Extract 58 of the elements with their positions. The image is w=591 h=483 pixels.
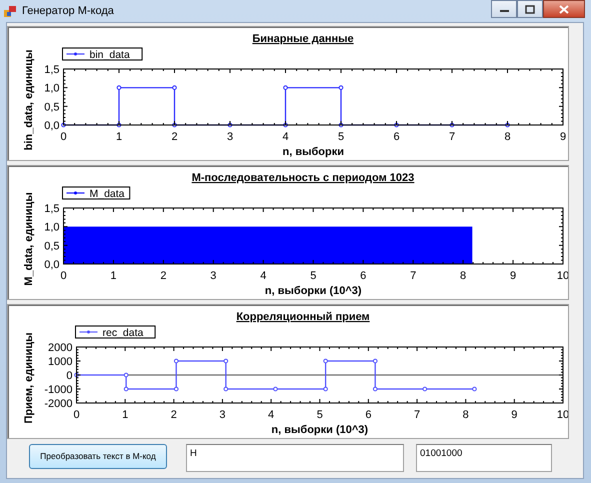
y-tick-label: -2000: [44, 398, 72, 410]
x-tick-label: 9: [511, 409, 518, 421]
x-axis-label: n, выборки: [282, 146, 344, 158]
x-tick-label: 8: [460, 270, 466, 282]
x-tick-label: 5: [338, 131, 344, 143]
legend-label: bin_data: [90, 49, 130, 61]
x-tick-label: 10: [556, 270, 569, 282]
x-tick-label: 1: [122, 409, 128, 421]
x-axis-label: n, выборки (10^3): [264, 285, 362, 297]
chart-title: Бинарные данные: [252, 33, 354, 45]
y-tick-label: 1,5: [44, 64, 60, 76]
y-tick-label: -1000: [44, 384, 72, 396]
y-axis-label: Прием, единицы: [23, 332, 35, 424]
y-tick-label: 0: [66, 370, 72, 382]
x-tick-label: 8: [462, 409, 469, 421]
chart-title: М-последовательность с периодом 1023: [192, 172, 414, 184]
x-tick-label: 1: [110, 270, 116, 282]
chart-title: Корреляционный прием: [236, 311, 370, 323]
y-axis-label: M_data, единицы: [23, 192, 35, 286]
x-tick-label: 5: [316, 409, 323, 421]
x-tick-label: 4: [260, 270, 266, 282]
y-tick-label: 2000: [48, 342, 72, 354]
x-tick-label: 6: [360, 270, 366, 282]
x-tick-label: 8: [504, 131, 511, 143]
x-tick-label: 7: [414, 409, 420, 421]
y-tick-label: 1,0: [44, 222, 60, 234]
x-tick-label: 0: [60, 131, 67, 143]
y-tick-label: 0,5: [44, 101, 60, 114]
x-tick-label: 10: [556, 409, 569, 421]
y-tick-label: 0,0: [44, 259, 60, 271]
y-tick-label: 0,5: [44, 240, 60, 252]
x-tick-label: 6: [365, 409, 372, 421]
x-tick-label: 9: [560, 131, 566, 143]
y-tick-label: 0,0: [44, 120, 60, 132]
x-tick-label: 9: [510, 270, 516, 282]
y-tick-label: 1,5: [44, 203, 60, 215]
x-tick-label: 3: [210, 270, 216, 282]
x-tick-label: 2: [170, 409, 177, 421]
window-title: Генератор М-кода: [22, 4, 114, 19]
y-tick-label: 1000: [48, 356, 72, 368]
x-tick-label: 2: [160, 270, 166, 282]
x-tick-label: 3: [226, 131, 234, 143]
x-axis-label: n, выборки (10^3): [271, 424, 368, 436]
x-tick-label: 7: [448, 131, 456, 143]
y-tick-label: 1,0: [44, 82, 60, 95]
x-tick-label: 4: [282, 131, 289, 143]
x-tick-label: 6: [393, 131, 400, 143]
x-tick-label: 0: [60, 270, 67, 282]
x-tick-label: 1: [116, 131, 122, 143]
x-tick-label: 5: [310, 270, 316, 282]
x-tick-label: 0: [73, 409, 80, 421]
x-tick-label: 4: [268, 409, 274, 421]
x-tick-label: 2: [171, 131, 178, 143]
legend-label: M_data: [90, 188, 125, 200]
legend-label: rec_data: [102, 327, 144, 339]
x-tick-label: 7: [410, 270, 416, 282]
x-tick-label: 3: [219, 409, 226, 421]
y-axis-label: bin_data, единицы: [23, 50, 35, 150]
